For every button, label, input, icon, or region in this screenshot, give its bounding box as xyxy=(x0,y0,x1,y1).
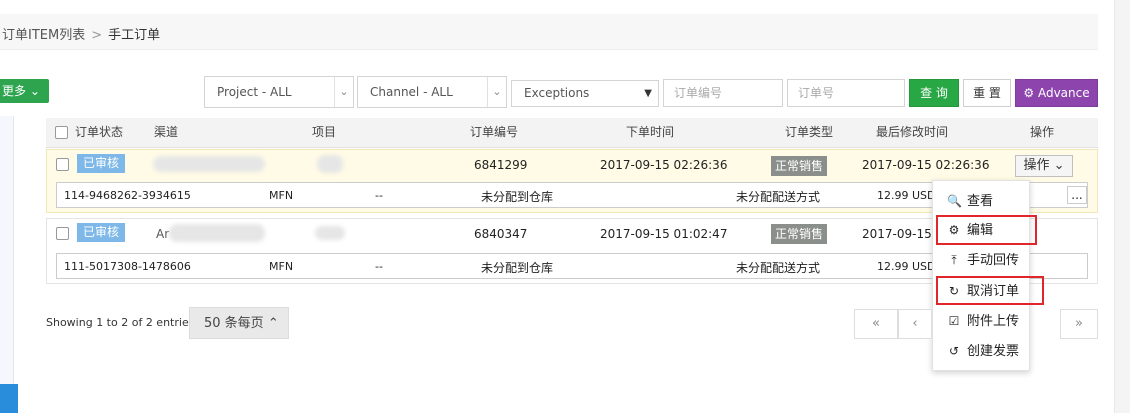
check-square-icon: ☑ xyxy=(948,314,960,328)
per-page-select[interactable]: 50 条每页 ⌃ xyxy=(189,307,289,339)
dash: -- xyxy=(375,260,383,273)
exceptions-select[interactable]: Exceptions ▼ xyxy=(511,80,659,107)
order-type-badge: 正常销售 xyxy=(771,156,828,176)
menu-item-label: 手动回传 xyxy=(967,253,1020,268)
menu-item-view[interactable]: 🔍 查看 xyxy=(947,187,993,215)
order-type-badge: 正常销售 xyxy=(771,224,828,244)
modified-time: 2017-09-15 02:26:36 xyxy=(862,158,990,172)
channel-select-value: Channel - ALL xyxy=(370,85,453,99)
warehouse: 未分配到仓库 xyxy=(481,261,554,275)
channel-partial: Ar xyxy=(156,227,170,241)
ext-order-id: 114-9468262-3934615 xyxy=(64,189,191,202)
price: 12.99 USD xyxy=(877,189,936,202)
action-dropdown-button[interactable]: 操作 ⌄ xyxy=(1015,155,1073,177)
breadcrumb: 订单ITEM列表 > 手工订单 xyxy=(2,24,160,43)
chevron-down-icon: ⌄ xyxy=(334,77,353,107)
per-page-value: 50 条每页 xyxy=(204,316,264,331)
order-no-link[interactable]: 6841299 xyxy=(474,158,527,172)
header-item: 项目 xyxy=(312,125,337,139)
ext-order-id: 111-5017308-1478606 xyxy=(64,260,191,273)
pagination-info: Showing 1 to 2 of 2 entries xyxy=(46,316,195,329)
project-select-value: Project - ALL xyxy=(217,85,292,99)
warehouse: 未分配到仓库 xyxy=(481,190,554,204)
page-last-button[interactable]: » xyxy=(1060,309,1098,339)
chevron-down-icon: ⌄ xyxy=(1053,158,1065,173)
more-button[interactable]: 更多 ⌄ xyxy=(0,79,49,103)
page-prev-button[interactable]: ‹ xyxy=(898,309,932,339)
history-icon: ↺ xyxy=(948,344,960,358)
row-checkbox[interactable] xyxy=(56,158,69,171)
order-no-link[interactable]: 6840347 xyxy=(474,227,527,241)
exceptions-select-value: Exceptions xyxy=(524,86,590,100)
breadcrumb-separator: > xyxy=(91,28,103,43)
menu-item-label: 查看 xyxy=(967,194,994,209)
row-checkbox[interactable] xyxy=(56,227,69,240)
channel-blurred xyxy=(153,156,265,172)
advance-button[interactable]: ⚙ Advance xyxy=(1015,79,1098,107)
shipping: 未分配配送方式 xyxy=(736,261,821,275)
header-modified-time: 最后修改时间 xyxy=(876,125,949,139)
header-status: 订单状态 xyxy=(75,125,124,139)
order-no-input[interactable]: 订单编号 xyxy=(663,79,783,107)
breadcrumb-current: 手工订单 xyxy=(108,28,161,43)
header-channel: 渠道 xyxy=(154,125,179,139)
select-all-checkbox[interactable] xyxy=(55,126,68,139)
reset-button[interactable]: 重 置 xyxy=(963,79,1011,107)
page-first-button[interactable]: « xyxy=(854,309,898,339)
header-order-type: 订单类型 xyxy=(785,125,834,139)
order-id-input[interactable]: 订单号 xyxy=(787,79,905,107)
item-blurred xyxy=(317,155,343,173)
header-order-time: 下单时间 xyxy=(626,125,675,139)
advance-label: Advance xyxy=(1037,86,1090,100)
breadcrumb-parent[interactable]: 订单ITEM列表 xyxy=(2,28,85,43)
more-label: 更多 xyxy=(2,84,27,98)
search-icon: 🔍 xyxy=(947,194,962,208)
scroll-gutter[interactable] xyxy=(1114,0,1130,413)
top-bar xyxy=(0,0,1130,14)
search-button[interactable]: 查 询 xyxy=(909,79,959,107)
fulfillment: MFN xyxy=(269,189,294,202)
action-label: 操作 xyxy=(1023,158,1050,173)
menu-item-manual-return[interactable]: ⤒ 手动回传 xyxy=(947,246,1019,274)
order-time: 2017-09-15 02:26:36 xyxy=(600,158,728,172)
status-badge: 已审核 xyxy=(77,223,126,242)
dash: -- xyxy=(375,189,383,202)
project-select[interactable]: Project - ALL ⌄ xyxy=(204,76,354,108)
menu-item-label: 附件上传 xyxy=(967,314,1020,329)
chevron-down-icon: ⌄ xyxy=(487,77,506,107)
left-panel-edge xyxy=(0,116,14,399)
chevron-up-icon: ⌃ xyxy=(267,316,279,331)
caret-down-icon: ▼ xyxy=(644,88,652,99)
menu-item-create-invoice[interactable]: ↺ 创建发票 xyxy=(947,337,1019,365)
left-panel-marker xyxy=(0,384,18,413)
price: 12.99 USD xyxy=(877,260,936,273)
menu-item-label: 创建发票 xyxy=(967,344,1020,359)
header-order-no: 订单编号 xyxy=(470,125,519,139)
shipping: 未分配配送方式 xyxy=(736,190,821,204)
order-time: 2017-09-15 01:02:47 xyxy=(600,227,728,241)
status-badge: 已审核 xyxy=(77,154,126,173)
item-blurred xyxy=(315,226,345,240)
menu-item-attach-upload[interactable]: ☑ 附件上传 xyxy=(947,307,1019,335)
table-header: 订单状态 渠道 项目 订单编号 下单时间 订单类型 最后修改时间 操作 xyxy=(46,118,1098,148)
sub-more-button[interactable]: ... xyxy=(1067,186,1087,204)
gears-icon: ⚙ xyxy=(1023,86,1035,100)
channel-blurred xyxy=(169,224,265,242)
highlight-edit xyxy=(936,215,1037,245)
header-action: 操作 xyxy=(1030,125,1055,139)
channel-select[interactable]: Channel - ALL ⌄ xyxy=(357,76,507,108)
chevron-down-icon: ⌄ xyxy=(29,84,40,98)
breadcrumb-bar xyxy=(0,14,1098,50)
upload-circle-icon: ⤒ xyxy=(951,253,957,267)
highlight-cancel-order xyxy=(936,276,1044,305)
fulfillment: MFN xyxy=(269,260,294,273)
